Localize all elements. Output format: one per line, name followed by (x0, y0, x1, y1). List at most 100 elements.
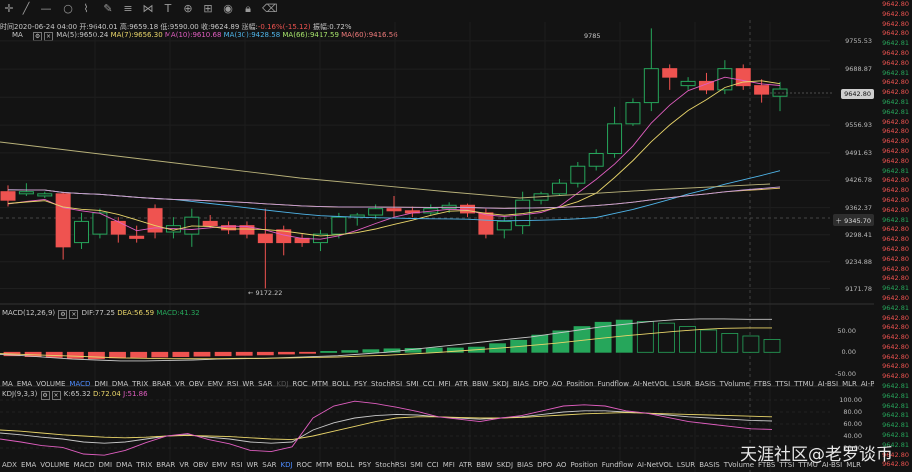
price-tick-label: 9171.78 (845, 284, 872, 293)
tab-ema[interactable]: EMA (15, 380, 34, 388)
tab-bbw[interactable]: BBW (474, 461, 494, 469)
tab-adx[interactable]: ADX (0, 461, 19, 469)
tab-mtm[interactable]: MTM (314, 461, 334, 469)
tab-mfi[interactable]: MFI (437, 380, 453, 388)
tab-ftbs[interactable]: FTBS (752, 380, 773, 388)
tab-lsur[interactable]: LSUR (671, 380, 693, 388)
tab-tvolume[interactable]: TVolume (718, 380, 752, 388)
candle-bullish (18, 191, 34, 195)
tab-basis[interactable]: BASIS (693, 380, 718, 388)
tab-vr[interactable]: VR (177, 461, 191, 469)
macd-histogram-bar (45, 351, 63, 358)
tab-boll[interactable]: BOLL (330, 380, 352, 388)
tab-ttmu[interactable]: TTMU (792, 380, 816, 388)
tab-trix[interactable]: TRIX (134, 461, 154, 469)
tab-position[interactable]: Position (568, 461, 599, 469)
price-tick-label: 9688.87 (845, 65, 872, 74)
tab-ai-netvol[interactable]: AI-NetVOL (635, 461, 675, 469)
tab-cci[interactable]: CCI (421, 380, 437, 388)
tab-smi[interactable]: SMI (404, 380, 421, 388)
tab-stochrsi[interactable]: StochRSI (373, 461, 408, 469)
tab-ema[interactable]: EMA (19, 461, 38, 469)
candle-bullish (331, 216, 347, 235)
candle-bearish (129, 235, 145, 239)
candle-bullish (588, 153, 604, 167)
tab-atr[interactable]: ATR (453, 380, 470, 388)
tab-rsi[interactable]: RSI (229, 461, 244, 469)
tab-kdj[interactable]: KDJ (279, 461, 295, 469)
tab-obv[interactable]: OBV (187, 380, 206, 388)
ticker-price: 9642.80 (882, 19, 909, 28)
tab-atr[interactable]: ATR (457, 461, 474, 469)
tab-ttsi[interactable]: TTSI (773, 380, 792, 388)
tab-ai-netvol[interactable]: AI-NetVOL (631, 380, 671, 388)
tab-psy[interactable]: PSY (356, 461, 373, 469)
tab-ao[interactable]: AO (550, 380, 564, 388)
tab-emv[interactable]: EMV (206, 380, 225, 388)
candle-bullish (551, 182, 567, 195)
tab-dpo[interactable]: DPO (535, 461, 554, 469)
tab-vr[interactable]: VR (173, 380, 187, 388)
tab-psy[interactable]: PSY (352, 380, 369, 388)
tab-fundflow[interactable]: Fundflow (596, 380, 631, 388)
tab-brar[interactable]: BRAR (154, 461, 177, 469)
tab-volume[interactable]: VOLUME (34, 380, 67, 388)
tab-ao[interactable]: AO (554, 461, 568, 469)
tab-brar[interactable]: BRAR (150, 380, 173, 388)
tab-dpo[interactable]: DPO (531, 380, 550, 388)
tab-lsur[interactable]: LSUR (675, 461, 697, 469)
tab-mlr[interactable]: MLR (840, 380, 859, 388)
tab-mfi[interactable]: MFI (441, 461, 457, 469)
tab-position[interactable]: Position (564, 380, 595, 388)
tab-dma[interactable]: DMA (110, 380, 130, 388)
tab-stochrsi[interactable]: StochRSI (369, 380, 404, 388)
ticker-price: 9642.80 (882, 0, 909, 8)
tab-ai-bsi[interactable]: AI-BSI (816, 380, 840, 388)
tab-emv[interactable]: EMV (210, 461, 229, 469)
tab-dmi[interactable]: DMI (92, 380, 110, 388)
tab-fundflow[interactable]: Fundflow (600, 461, 635, 469)
macd-histogram-bar (66, 351, 84, 359)
ticker-price: 9642.80 (882, 372, 909, 381)
price-tick-label: 9234.88 (845, 257, 872, 266)
tab-bias[interactable]: BIAS (511, 380, 531, 388)
tab-roc[interactable]: ROC (295, 461, 314, 469)
price-chart[interactable] (0, 0, 874, 472)
tab-dma[interactable]: DMA (114, 461, 134, 469)
ticker-price: 9642.80 (882, 293, 909, 302)
macd-histogram-bar (256, 351, 274, 356)
tab-rsi[interactable]: RSI (225, 380, 240, 388)
tab-skdj[interactable]: SKDJ (490, 380, 511, 388)
tab-sar[interactable]: SAR (256, 380, 274, 388)
tab-cci[interactable]: CCI (425, 461, 441, 469)
tab-trix[interactable]: TRIX (130, 380, 150, 388)
tab-dmi[interactable]: DMI (97, 461, 115, 469)
tab-macd[interactable]: MACD (67, 380, 92, 388)
tab-skdj[interactable]: SKDJ (495, 461, 516, 469)
tab-macd[interactable]: MACD (72, 461, 97, 469)
tab-mtm[interactable]: MTM (310, 380, 330, 388)
price-tick-label: 9755.53 (845, 36, 872, 45)
ticker-price: 9642.80 (882, 146, 909, 155)
macd-tick-label: 50.00 (837, 326, 856, 335)
tab-bbw[interactable]: BBW (470, 380, 490, 388)
tab-roc[interactable]: ROC (290, 380, 309, 388)
tab-wr[interactable]: WR (245, 461, 261, 469)
close-icon[interactable]: × (51, 391, 61, 400)
tab-sar[interactable]: SAR (260, 461, 278, 469)
tab-bias[interactable]: BIAS (515, 461, 535, 469)
k-value: K:65.32 (63, 390, 91, 398)
close-icon[interactable]: × (69, 310, 79, 319)
tab-smi[interactable]: SMI (408, 461, 425, 469)
macd-histogram-bar (341, 350, 359, 353)
settings-icon[interactable]: ⚙ (58, 310, 68, 319)
tab-basis[interactable]: BASIS (697, 461, 722, 469)
tab-obv[interactable]: OBV (191, 461, 210, 469)
tab-volume[interactable]: VOLUME (38, 461, 71, 469)
settings-icon[interactable]: ⚙ (40, 391, 50, 400)
tab-kdj[interactable]: KDJ (274, 380, 290, 388)
tab-ma[interactable]: MA (0, 380, 15, 388)
tab-wr[interactable]: WR (240, 380, 256, 388)
tab-boll[interactable]: BOLL (334, 461, 356, 469)
macd-histogram-bar (700, 329, 718, 353)
